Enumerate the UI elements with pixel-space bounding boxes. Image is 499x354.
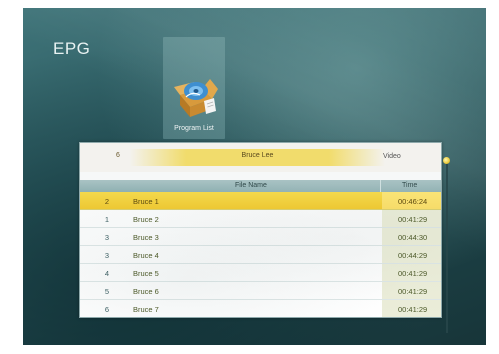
program-list-tile[interactable]: Program List	[163, 37, 225, 139]
column-header-time: Time	[402, 182, 418, 189]
table-row[interactable]: 6 Bruce 7 00:41:29	[80, 300, 441, 317]
column-header-file-name: File Name	[235, 182, 267, 189]
open-box-icon	[172, 73, 218, 119]
page-title: EPG	[53, 39, 91, 58]
file-name: Bruce 6	[133, 287, 159, 296]
file-list: 2 Bruce 1 00:46:24 1 Bruce 2 00:41:29 3 Bruce 3…	[80, 192, 441, 317]
scrollbar-track	[446, 161, 448, 333]
file-duration: 00:41:29	[398, 287, 428, 296]
row-number: 1	[104, 215, 110, 224]
file-name: Bruce 3	[133, 233, 159, 242]
table-row[interactable]: 4 Bruce 5 00:41:29	[80, 264, 441, 282]
file-duration: 00:41:29	[398, 215, 428, 224]
table-row[interactable]: 1 Bruce 2 00:41:29	[80, 210, 441, 228]
row-number: 5	[104, 287, 110, 296]
table-row[interactable]: 2 Bruce 1 00:46:24	[80, 192, 441, 210]
row-number: 2	[104, 197, 110, 206]
scrollbar-thumb[interactable]	[443, 157, 450, 164]
media-type: Video	[383, 153, 401, 160]
table-row[interactable]: 5 Bruce 6 00:41:29	[80, 282, 441, 300]
file-name: Bruce 2	[133, 215, 159, 224]
file-name: Bruce 1	[133, 197, 159, 206]
info-bar: 6 Bruce Lee Video	[80, 143, 441, 172]
row-number: 6	[104, 305, 110, 314]
table-row[interactable]: 3 Bruce 4 00:44:29	[80, 246, 441, 264]
item-count: 6	[116, 152, 120, 159]
file-name: Bruce 5	[133, 269, 159, 278]
program-list-panel: 6 Bruce Lee Video File Name Time 2 Bruce …	[79, 142, 442, 318]
row-number: 3	[104, 251, 110, 260]
list-title: Bruce Lee	[241, 152, 274, 159]
file-name: Bruce 7	[133, 305, 159, 314]
header-divider	[380, 180, 381, 192]
file-name: Bruce 4	[133, 251, 159, 260]
table-row[interactable]: 3 Bruce 3 00:44:30	[80, 228, 441, 246]
file-duration: 00:41:29	[398, 269, 428, 278]
program-list-label: Program List	[174, 125, 214, 132]
scrollbar[interactable]	[443, 157, 451, 334]
file-duration: 00:41:29	[398, 305, 428, 314]
epg-screen: EPG Program List 6 Bruce Lee Video File …	[23, 8, 486, 345]
file-duration: 00:46:24	[398, 197, 428, 206]
row-number: 3	[104, 233, 110, 242]
table-header: File Name Time	[80, 180, 441, 192]
file-duration: 00:44:30	[398, 233, 428, 242]
file-duration: 00:44:29	[398, 251, 428, 260]
row-number: 4	[104, 269, 110, 278]
